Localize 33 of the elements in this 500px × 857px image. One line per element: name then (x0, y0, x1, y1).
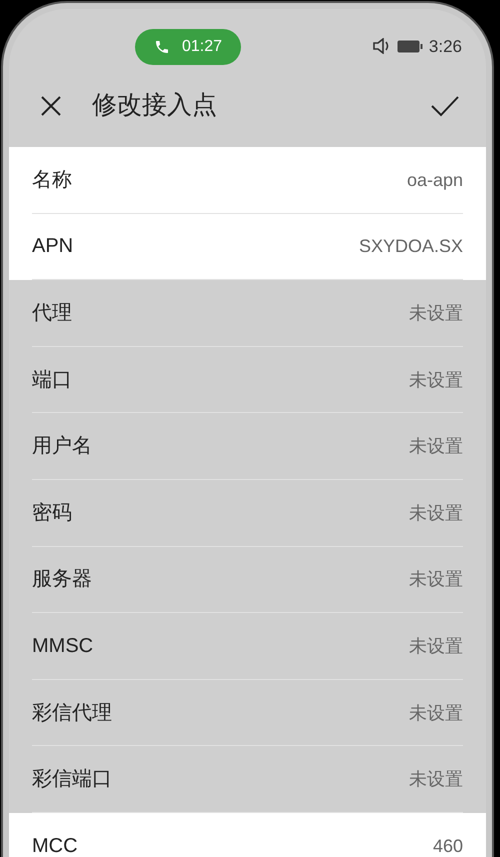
row-label: 彩信端口 (32, 768, 112, 790)
row-label: 彩信代理 (32, 702, 112, 724)
row-label: MMSC (32, 634, 94, 657)
row-label: 服务器 (32, 568, 92, 590)
row-label: 名称 (32, 168, 72, 191)
battery-icon (396, 40, 423, 53)
call-timer: 01:27 (182, 37, 222, 57)
speaker-icon (372, 38, 391, 54)
settings-row[interactable]: MCC 460 (9, 812, 486, 857)
row-label: 端口 (32, 368, 72, 391)
row-value: 未设置 (409, 569, 463, 590)
row-value: 未设置 (409, 702, 463, 723)
phone-icon (154, 39, 170, 55)
row-value: SXYDOA.SX (358, 236, 463, 256)
row-value: oa-apn (406, 170, 463, 190)
row-value: 未设置 (409, 502, 463, 523)
row-value: 460 (432, 836, 463, 856)
row-label: 代理 (32, 302, 72, 324)
clock: 3:26 (428, 36, 462, 58)
settings-row[interactable]: 名称 oa-apn (9, 147, 486, 214)
row-value: 未设置 (409, 769, 463, 790)
row-label: MCC (32, 834, 78, 857)
row-value: 未设置 (409, 302, 463, 323)
settings-row[interactable]: APN SXYDOA.SX (9, 214, 486, 280)
row-label: 用户名 (32, 435, 92, 458)
close-icon[interactable] (40, 95, 62, 117)
row-value: 未设置 (409, 636, 463, 656)
confirm-check-icon[interactable] (430, 94, 460, 118)
page-title: 修改接入点 (92, 90, 217, 122)
row-value: 未设置 (409, 436, 463, 456)
row-label: 密码 (32, 502, 72, 524)
row-value: 未设置 (409, 370, 463, 390)
row-label: APN (32, 235, 74, 258)
